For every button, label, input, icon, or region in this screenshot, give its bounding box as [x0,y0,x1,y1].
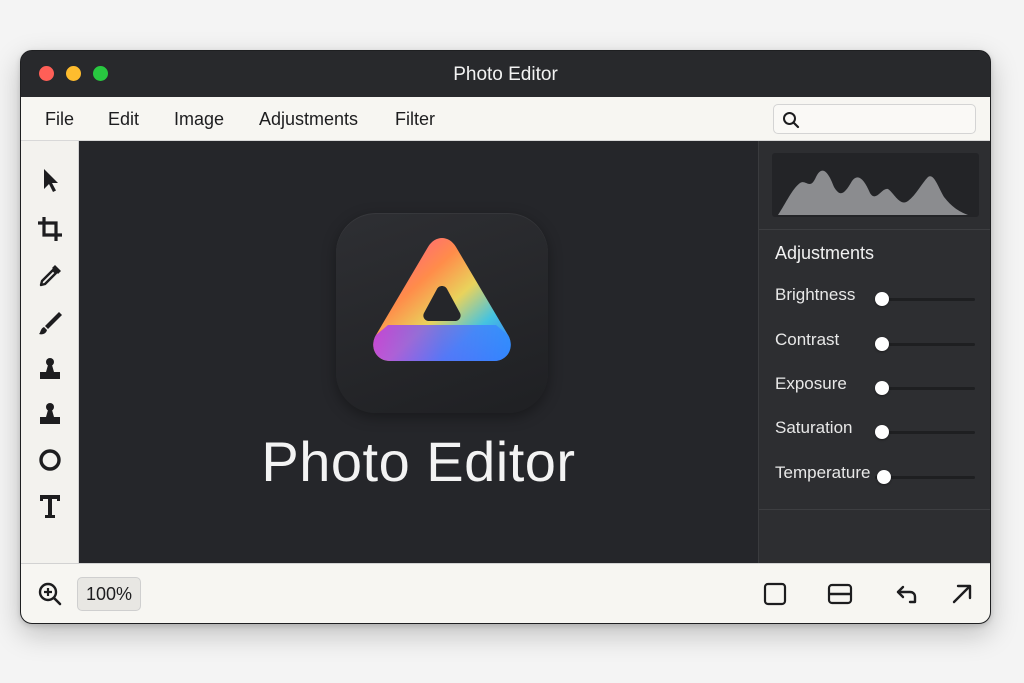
brush-icon [39,312,62,335]
brightness-slider[interactable]: Brightness [775,285,975,313]
brush-tool[interactable] [35,308,65,338]
contrast-slider[interactable]: Contrast [775,330,975,358]
app-name-heading: Photo Editor [261,430,576,493]
slider-thumb[interactable] [875,292,889,306]
slider-track[interactable] [875,343,975,346]
adjustments-panel: Adjustments Brightness Contrast Exposure… [758,141,990,563]
split-view-button[interactable] [827,581,853,607]
title-bar: Photo Editor [21,51,990,97]
exposure-slider[interactable]: Exposure [775,374,975,402]
pointer-arrow-icon [44,169,58,192]
undo-button[interactable] [894,581,920,607]
slider-label: Exposure [775,374,847,393]
image-canvas[interactable]: Photo Editor [79,141,758,563]
slider-track[interactable] [875,387,975,390]
arrow-up-right-icon [952,584,972,604]
slider-label: Saturation [775,418,853,437]
app-logo [336,213,548,413]
stamp-tool[interactable] [35,354,65,384]
split-horizontal-icon [827,583,853,605]
temperature-slider[interactable]: Temperature [775,463,975,491]
text-icon [40,495,60,518]
menu-adjustments[interactable]: Adjustments [259,109,358,130]
tool-palette [21,141,79,563]
menu-image[interactable]: Image [174,109,224,130]
panel-divider [759,509,990,510]
zoom-in-icon [38,582,62,606]
stamp-icon [40,358,60,379]
crop-tool[interactable] [35,214,65,244]
slider-label: Brightness [775,285,856,304]
menu-bar: File Edit Image Adjustments Filter [21,97,990,141]
menu-filter[interactable]: Filter [395,109,435,130]
saturation-slider[interactable]: Saturation [775,418,975,446]
adjustments-heading: Adjustments [775,243,875,263]
app-window: Photo Editor File Edit Image Adjustments… [20,50,991,624]
slider-thumb[interactable] [875,381,889,395]
stamp-tool-2[interactable] [35,399,65,429]
slider-track[interactable] [875,298,975,301]
stamp-icon [40,403,60,424]
select-tool[interactable] [35,165,65,195]
search-icon [783,112,800,129]
export-button[interactable] [949,581,975,607]
menu-file[interactable]: File [45,109,74,130]
slider-label: Contrast [775,330,840,349]
zoom-button[interactable] [37,581,63,612]
triangle-logo-icon [373,238,511,361]
circle-icon [39,449,61,471]
slider-label: Temperature [775,463,871,482]
search-field[interactable] [773,104,976,134]
window-title: Photo Editor [453,64,558,85]
zoom-level[interactable]: 100% [77,577,141,611]
slider-track[interactable] [875,431,975,434]
single-view-button[interactable] [762,581,788,607]
panel-divider [759,229,990,230]
slider-thumb[interactable] [875,425,889,439]
ellipse-tool[interactable] [35,445,65,475]
square-icon [763,582,787,606]
eyedropper-icon [39,265,61,287]
crop-icon [38,217,62,241]
histogram [772,153,979,217]
slider-thumb[interactable] [877,470,891,484]
text-tool[interactable] [35,491,65,521]
eyedropper-tool[interactable] [35,261,65,291]
slider-thumb[interactable] [875,337,889,351]
status-bar: 100% [21,563,990,623]
menu-edit[interactable]: Edit [108,109,139,130]
undo-arrow-icon [896,585,917,604]
